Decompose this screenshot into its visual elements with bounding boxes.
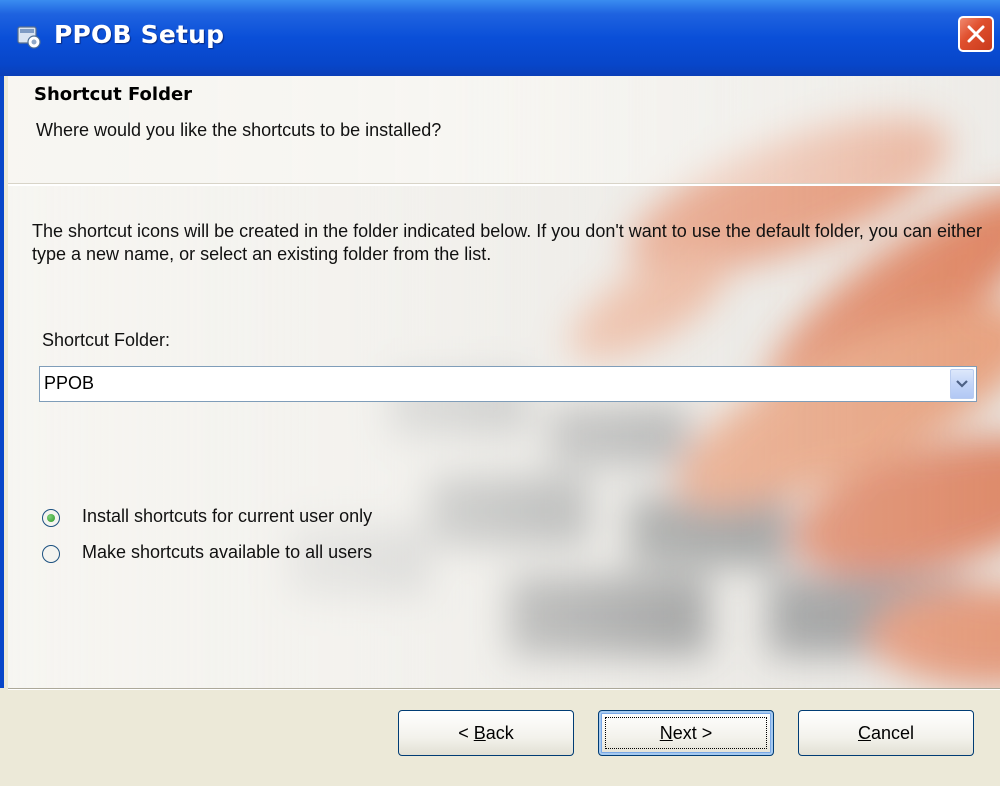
radio-button-selected[interactable] <box>42 509 60 527</box>
wizard-content: Shortcut Folder Where would you like the… <box>8 76 1000 688</box>
button-bar: < Back Next > Cancel <box>0 688 1000 786</box>
title-bar[interactable]: PPOB Setup <box>0 0 1000 76</box>
cancel-button-mnemonic: C <box>857 723 871 743</box>
radio-button-unselected[interactable] <box>42 545 60 563</box>
back-button-mnemonic: B <box>473 723 486 743</box>
dropdown-button[interactable] <box>950 369 974 399</box>
focus-ring <box>605 717 767 749</box>
description-text: The shortcut icons will be created in th… <box>32 221 983 264</box>
footer-divider <box>8 688 1000 690</box>
setup-window: PPOB Setup Shortcut Folder Where would y… <box>0 0 1000 786</box>
setup-installer-icon <box>16 24 42 50</box>
header-divider <box>8 183 1000 186</box>
shortcut-folder-combobox[interactable]: PPOB <box>39 366 977 402</box>
page-subtitle: Where would you like the shortcuts to be… <box>36 120 442 140</box>
close-button[interactable] <box>958 16 994 52</box>
next-button[interactable]: Next > <box>598 710 774 756</box>
back-button[interactable]: < Back <box>398 710 574 756</box>
cancel-button-label: ancel <box>870 723 915 743</box>
window-frame-left <box>0 76 8 786</box>
radio-selected-dot <box>47 514 55 522</box>
page-title: Shortcut Folder <box>34 84 193 105</box>
shortcut-folder-value[interactable]: PPOB <box>44 373 94 394</box>
shortcut-folder-label: Shortcut Folder: <box>42 330 171 350</box>
radio-label-all-users[interactable]: Make shortcuts available to all users <box>82 542 372 563</box>
window-title: PPOB Setup <box>54 20 225 49</box>
back-button-label: ack <box>485 723 514 743</box>
back-button-prefix: < <box>458 723 474 743</box>
cancel-button[interactable]: Cancel <box>798 710 974 756</box>
radio-label-current-user[interactable]: Install shortcuts for current user only <box>82 506 372 527</box>
